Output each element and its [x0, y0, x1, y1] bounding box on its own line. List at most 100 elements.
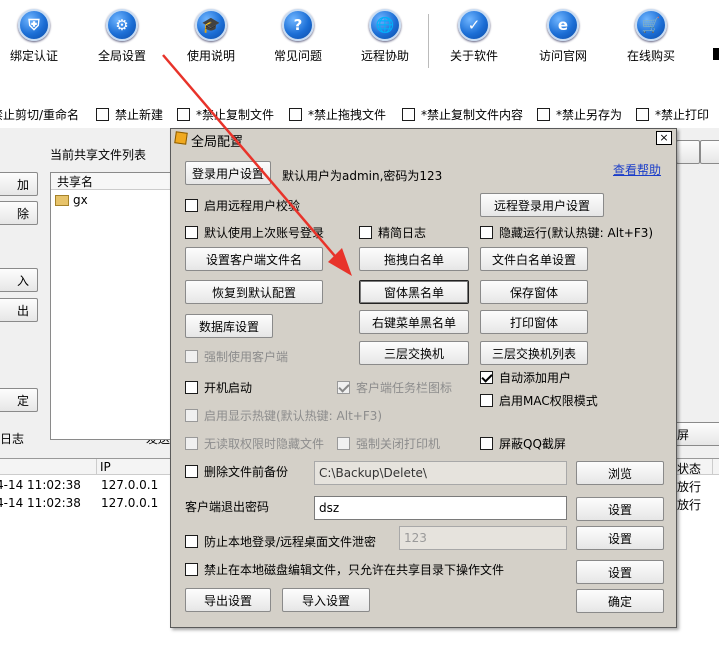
option-forbid-new[interactable]: 禁止新建 [96, 106, 163, 123]
checkbox[interactable] [185, 199, 198, 212]
set-local-edit-button[interactable]: 设置 [576, 560, 664, 584]
toolbar-more-fragment [713, 48, 719, 60]
checkbox[interactable] [185, 381, 198, 394]
backup-path-field[interactable]: C:\Backup\Delete\ [314, 461, 567, 485]
checkbox[interactable] [480, 371, 493, 384]
option-label: 禁止在本地磁盘编辑文件，只允许在共享目录下操作文件 [204, 563, 505, 577]
checkbox[interactable] [636, 108, 649, 121]
checkbox[interactable] [96, 108, 109, 121]
option-concise-log[interactable]: 精简日志 [359, 224, 426, 241]
export-settings-button[interactable]: 导出设置 [185, 588, 271, 612]
exit-password-field[interactable]: dsz [314, 496, 567, 520]
option-forbid-cut-rename[interactable]: 禁止剪切/重命名 [0, 106, 79, 123]
option-auto-start[interactable]: 开机启动 [185, 379, 252, 396]
default-user-text: 默认用户为admin,密码为123 [282, 169, 443, 183]
toolbar-about-button[interactable]: ✓ 关于软件 [440, 0, 508, 70]
set-exit-password-button[interactable]: 设置 [576, 497, 664, 521]
question-icon: ? [282, 9, 314, 41]
remote-login-settings-button[interactable]: 远程登录用户设置 [480, 193, 604, 217]
toolbar-label: 使用说明 [186, 49, 235, 63]
print-window-button[interactable]: 打印窗体 [480, 310, 588, 334]
checkbox[interactable] [185, 563, 198, 576]
toolbar-label: 远程协助 [360, 49, 409, 63]
context-menu-blacklist-button[interactable]: 右键菜单黑名单 [359, 310, 469, 334]
option-forbid-save-as[interactable]: *禁止另存为 [537, 106, 622, 123]
set-leak-button[interactable]: 设置 [576, 526, 664, 550]
add-share-button[interactable]: 加 [0, 172, 38, 196]
option-label: 强制关闭打印机 [356, 437, 441, 451]
checkbox[interactable] [177, 108, 190, 121]
confirm-share-button[interactable]: 定 [0, 388, 38, 412]
right-top-button-b[interactable] [700, 140, 719, 164]
option-label: 无读取权限时隐藏文件 [204, 437, 325, 451]
option-label: *禁止拖拽文件 [308, 108, 387, 122]
toolbar-label: 全局设置 [97, 49, 146, 63]
toolbar-buy-button[interactable]: 🛒 在线购买 [617, 0, 685, 70]
shared-file-table: 共享名 gx [50, 172, 172, 440]
import-share-button[interactable]: 入 [0, 268, 38, 292]
checkbox [185, 409, 198, 422]
checkbox[interactable] [185, 465, 198, 478]
l3-switch-button[interactable]: 三层交换机 [359, 341, 469, 365]
ok-button[interactable]: 确定 [576, 589, 664, 613]
checkbox[interactable] [480, 226, 493, 239]
database-settings-button[interactable]: 数据库设置 [185, 314, 273, 338]
option-prevent-leak[interactable]: 防止本地登录/远程桌面文件泄密 [185, 533, 376, 550]
import-settings-button[interactable]: 导入设置 [282, 588, 370, 612]
log-status: 放行 [677, 480, 702, 494]
toolbar-label: 绑定认证 [9, 49, 58, 63]
browse-button[interactable]: 浏览 [576, 461, 664, 485]
block-screen-button[interactable]: 屏 [672, 422, 719, 446]
close-icon[interactable]: × [656, 131, 672, 145]
toolbar-label: 关于软件 [449, 49, 498, 63]
option-label: 启用显示热键(默认热键: Alt+F3) [204, 409, 383, 423]
remove-share-button[interactable]: 除 [0, 201, 38, 225]
graduation-cap-icon: 🎓 [195, 9, 227, 41]
checkbox[interactable] [289, 108, 302, 121]
toolbar-website-button[interactable]: e 访问官网 [529, 0, 597, 70]
checkbox[interactable] [480, 437, 493, 450]
toolbar-remote-assist-button[interactable]: 🌐 远程协助 [351, 0, 419, 70]
option-force-client: 强制使用客户端 [185, 348, 288, 365]
window-blacklist-button[interactable]: 窗体黑名单 [359, 280, 469, 304]
client-filename-button[interactable]: 设置客户端文件名 [185, 247, 323, 271]
option-forbid-drag-file[interactable]: *禁止拖拽文件 [289, 106, 386, 123]
checkbox[interactable] [185, 226, 198, 239]
save-window-button[interactable]: 保存窗体 [480, 280, 588, 304]
option-default-last-account[interactable]: 默认使用上次账号登录 [185, 224, 324, 241]
option-label: 开机启动 [204, 381, 253, 395]
login-user-settings-button[interactable]: 登录用户设置 [185, 161, 271, 185]
option-backup-before-delete[interactable]: 删除文件前备份 [185, 463, 288, 480]
file-whitelist-button[interactable]: 文件白名单设置 [480, 247, 588, 271]
toolbar-bind-auth-button[interactable]: ⛨ 绑定认证 [0, 0, 68, 70]
option-forbid-local-edit[interactable]: 禁止在本地磁盘编辑文件，只允许在共享目录下操作文件 [185, 561, 504, 578]
option-label: 自动添加用户 [499, 371, 572, 385]
checkbox[interactable] [402, 108, 415, 121]
toolbar-global-settings-button[interactable]: ⚙ 全局设置 [88, 0, 156, 70]
option-remote-verify[interactable]: 启用远程用户校验 [185, 197, 300, 214]
option-forbid-copy-content[interactable]: *禁止复制文件内容 [402, 106, 523, 123]
help-link[interactable]: 查看帮助 [613, 161, 661, 178]
checkbox [185, 350, 198, 363]
toolbar-faq-button[interactable]: ? 常见问题 [264, 0, 332, 70]
option-mac-mode[interactable]: 启用MAC权限模式 [480, 392, 598, 409]
checkbox[interactable] [537, 108, 550, 121]
l3-switch-list-button[interactable]: 三层交换机列表 [480, 341, 588, 365]
option-forbid-copy-file[interactable]: *禁止复制文件 [177, 106, 274, 123]
right-top-button-a[interactable] [676, 140, 700, 164]
drag-whitelist-button[interactable]: 拖拽白名单 [359, 247, 469, 271]
option-block-qq[interactable]: 屏蔽QQ截屏 [480, 435, 566, 452]
option-auto-add-user[interactable]: 自动添加用户 [480, 369, 571, 386]
option-hide-run[interactable]: 隐藏运行(默认热键: Alt+F3) [480, 224, 653, 241]
checkbox[interactable] [480, 394, 493, 407]
list-item[interactable]: gx [55, 193, 88, 207]
checkbox[interactable] [359, 226, 372, 239]
ie-browser-icon: e [547, 9, 579, 41]
export-share-button[interactable]: 出 [0, 298, 38, 322]
restore-default-button[interactable]: 恢复到默认配置 [185, 280, 323, 304]
checkbox[interactable] [185, 535, 198, 548]
option-label: 精简日志 [378, 226, 427, 240]
option-forbid-print[interactable]: *禁止打印 [636, 106, 709, 123]
log-col-divider [96, 459, 97, 475]
toolbar-manual-button[interactable]: 🎓 使用说明 [177, 0, 245, 70]
